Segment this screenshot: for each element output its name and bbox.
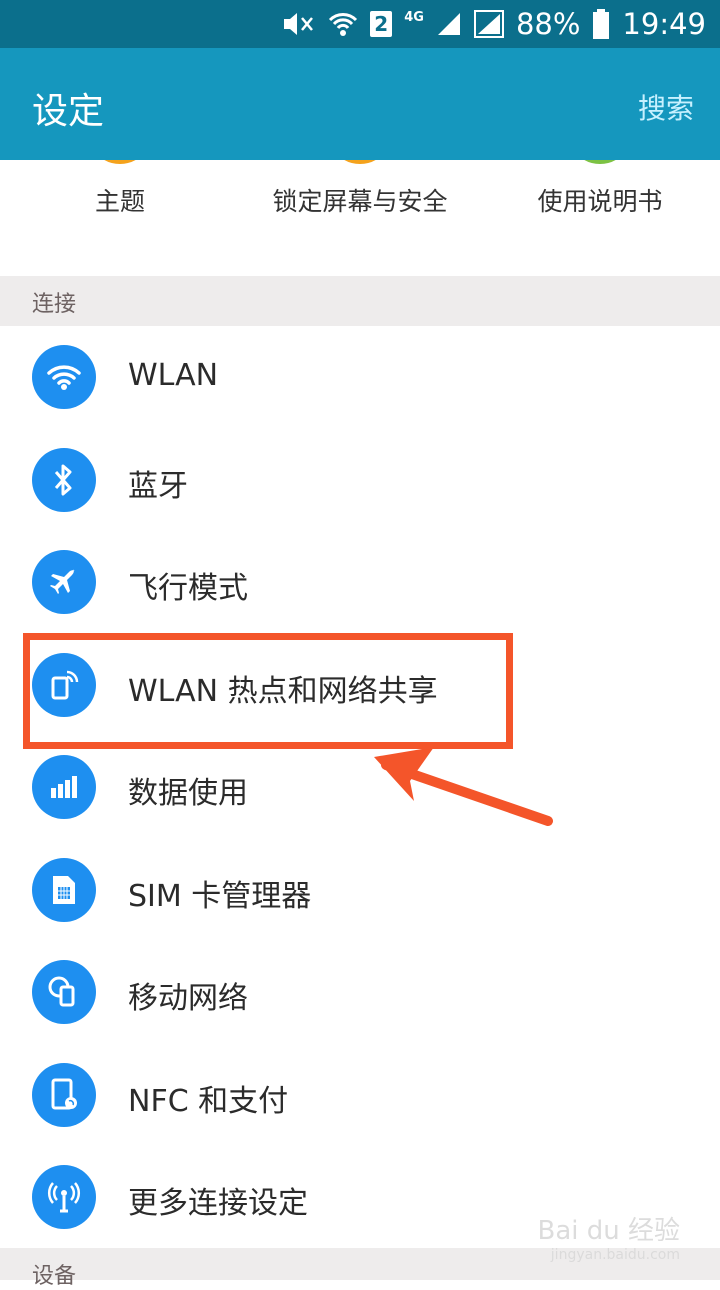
list-item-nfc[interactable]: NFC 和支付 [0,1044,720,1147]
mobile-network-icon [32,960,96,1024]
data-usage-icon [32,755,96,819]
quick-item-theme[interactable]: 主题 [0,160,240,276]
network-type: 4G [404,10,424,25]
list-item-label: 移动网络 [128,981,248,1016]
list-item-label: 更多连接设定 [128,1186,308,1221]
signal-icon [436,11,462,37]
quick-item-label: 主题 [94,187,145,216]
sim-slot-badge: 2 [370,11,393,37]
list-item-label: 蓝牙 [128,468,188,504]
watermark-url: jingyan.baidu.com [550,1247,680,1263]
quick-item-manual[interactable]: 使用说明书 [480,160,720,276]
airplane-icon [32,550,96,614]
battery-percent: 88% [515,7,581,41]
annotation-highlight-box [23,633,513,749]
signal-2-icon [473,10,504,38]
theme-icon [88,160,152,164]
quick-item-label: 使用说明书 [537,187,663,216]
manual-icon [568,160,632,164]
page-title: 设定 [32,91,105,132]
more-connections-icon [32,1165,96,1229]
bluetooth-icon [32,447,96,512]
watermark-brand: Bai du 经验 [537,1216,680,1246]
mute-icon [280,10,316,38]
list-item-sim-manager[interactable]: SIM 卡管理器 [0,839,720,942]
list-item-airplane-mode[interactable]: 飞行模式 [0,531,720,634]
section-header-connections: 连接 [0,276,720,326]
list-item-label: NFC 和支付 [128,1083,289,1119]
list-item-label: WLAN [128,358,219,393]
list-item-wlan[interactable]: WLAN [0,326,720,429]
sim-card-icon [32,857,96,922]
wifi-icon [32,345,96,409]
list-item-label: 数据使用 [128,776,248,811]
section-title: 设备 [32,1264,77,1289]
search-button[interactable]: 搜索 [638,87,694,127]
battery-icon [592,9,610,39]
lock-screen-icon [328,160,392,164]
list-item-bluetooth[interactable]: 蓝牙 [0,429,720,532]
nfc-icon [32,1062,96,1127]
wifi-status-icon [328,10,358,38]
quick-item-lockscreen[interactable]: 锁定屏幕与安全 [240,160,480,276]
annotation-arrow [374,747,553,826]
watermark: Bai du 经验 jingyan.baidu.com [537,1210,680,1263]
status-bar: 2 4G 88% 19:49 [0,0,720,48]
list-item-label: SIM 卡管理器 [128,878,312,914]
list-item-label: 飞行模式 [128,571,248,606]
quick-item-label: 锁定屏幕与安全 [272,187,448,216]
section-title: 连接 [32,292,77,317]
list-item-mobile-network[interactable]: 移动网络 [0,941,720,1044]
quick-settings: 主题 锁定屏幕与安全 使用说明书 [0,160,720,276]
clock: 19:49 [622,7,706,41]
app-bar: 设定 搜索 [0,48,720,160]
